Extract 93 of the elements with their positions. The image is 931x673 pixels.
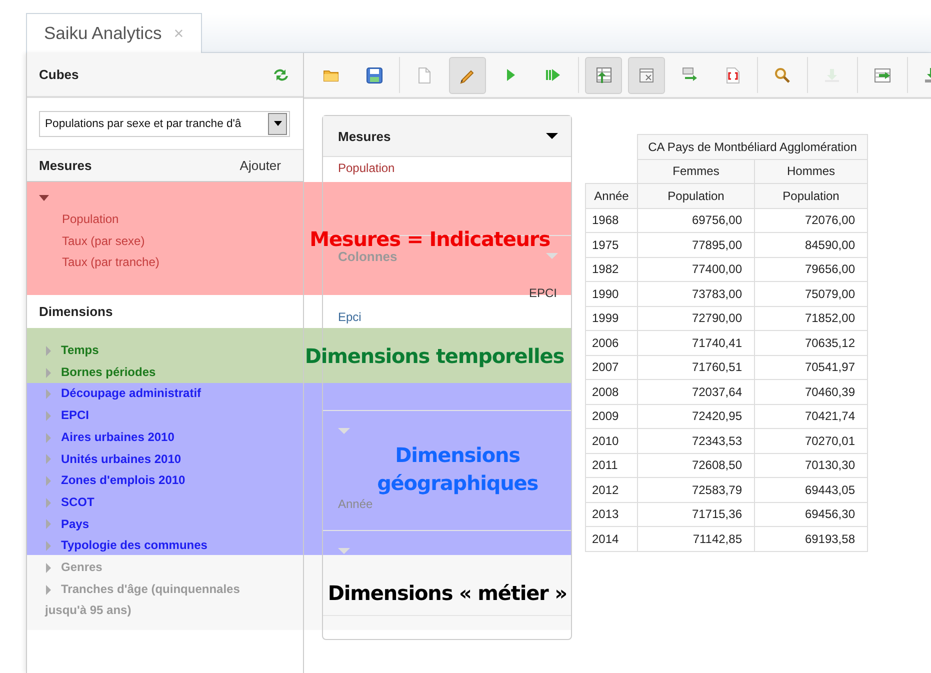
search-icon	[774, 66, 791, 84]
table-cell: 1999	[586, 306, 638, 330]
table-cell: 2014	[586, 526, 638, 551]
toolbar-button[interactable]	[449, 56, 486, 94]
table-cell: 70541,97	[754, 355, 868, 380]
dropdown-button[interactable]	[268, 112, 287, 134]
table-cell: 71760,51	[638, 355, 754, 380]
table-cell: 71852,00	[754, 306, 868, 330]
table-cell: 2010	[586, 428, 638, 453]
dimension-item[interactable]: Bornes périodes	[39, 362, 263, 384]
table-cell: 71740,41	[638, 330, 754, 355]
table-cell: 69456,30	[754, 502, 868, 526]
table-cell: 1990	[586, 282, 638, 306]
dimension-item[interactable]: Tranches d'âge (quinquennales jusqu'à 95 ans)	[39, 578, 263, 622]
dimension-item[interactable]: SCOT	[39, 492, 263, 514]
measure-item[interactable]: Population	[39, 209, 119, 230]
column-header: Hommes	[754, 159, 868, 184]
table-cell: 69443,05	[754, 478, 868, 502]
table-cell: 70635,12	[754, 330, 868, 355]
table-cell: 69756,00	[638, 208, 754, 232]
dimension-item[interactable]: EPCI	[39, 405, 263, 427]
table-cell: 2009	[586, 404, 638, 428]
table-cell: 2012	[586, 478, 638, 502]
table-cell: 79656,00	[754, 257, 868, 282]
table-cell: 70421,74	[754, 404, 868, 428]
row-header: Année	[586, 184, 638, 208]
section-title: Dimensions	[39, 304, 113, 319]
tab-label[interactable]: Saiku Analytics	[44, 23, 162, 44]
table-cell: 72608,50	[638, 453, 754, 478]
dimension-item[interactable]: Zones d'emplois 2010	[39, 470, 263, 492]
blank-page-icon	[416, 66, 433, 84]
table-cell: 72583,79	[638, 478, 754, 502]
table-cell: 70270,01	[754, 428, 868, 453]
column-header: CA Pays de Montbéliard Agglomération	[638, 134, 868, 159]
caret-icon	[338, 428, 350, 434]
table-arrow-right-icon	[874, 66, 891, 84]
table-cross-icon	[638, 66, 655, 84]
table-cell: 2007	[586, 355, 638, 380]
table-cell: 2008	[586, 380, 638, 404]
table-cell: 70130,30	[754, 453, 868, 478]
caret-icon	[274, 121, 282, 126]
column-header: Population	[754, 184, 868, 208]
table-cell: 2006	[586, 330, 638, 355]
annotation-label: Mesures = Indicateurs	[310, 226, 550, 252]
toolbar-button[interactable]	[628, 56, 665, 94]
table-cell: 77895,00	[638, 232, 754, 257]
table-cell: 84590,00	[754, 232, 868, 257]
column-header: Population	[638, 184, 754, 208]
column-header: Femmes	[638, 159, 754, 184]
dimension-item[interactable]: Genres	[39, 557, 263, 579]
table-cell: 72076,00	[754, 208, 868, 232]
dimension-item[interactable]: Temps	[39, 340, 263, 362]
table-cell: 70460,39	[754, 380, 868, 404]
table-cell: 1975	[586, 232, 638, 257]
annotation-label: Dimensions « métier »	[328, 580, 567, 606]
query-item[interactable]: Epci	[323, 306, 376, 328]
tab[interactable]: Saiku Analytics ×	[26, 13, 202, 53]
dimension-item[interactable]: Découpage administratif	[39, 383, 263, 406]
panel-title: Cubes	[39, 67, 79, 82]
table-cell: 2011	[586, 453, 638, 478]
table-cell: 71715,36	[638, 502, 754, 526]
dimension-item[interactable]: Typologie des communes	[39, 535, 263, 558]
table-cell: 75079,00	[754, 282, 868, 306]
section-title: Mesures	[39, 158, 92, 173]
table-cell: 1968	[586, 208, 638, 232]
measure-item[interactable]: Taux (par sexe)	[39, 230, 145, 252]
level-label: EPCI	[528, 286, 558, 300]
caret-icon	[546, 253, 558, 259]
table-cell: 69193,58	[754, 526, 868, 551]
table-cell: 72420,95	[638, 404, 754, 428]
dimension-item[interactable]: Unités urbaines 2010	[39, 448, 263, 470]
table-cell: 2013	[586, 502, 638, 526]
table-cell: 71142,85	[638, 526, 754, 551]
bracket-document-icon	[724, 66, 741, 84]
table-cell: 77400,00	[638, 257, 754, 282]
table-cell: 72343,53	[638, 428, 754, 453]
table-arrow-up-icon	[595, 66, 612, 84]
query-item[interactable]: Population	[323, 157, 410, 179]
table-cell: 1982	[586, 257, 638, 282]
dimension-item[interactable]: Pays	[39, 514, 263, 536]
toolbar-button[interactable]	[585, 56, 622, 94]
cube-select[interactable]: Populations par sexe et par tranche d'â	[39, 110, 290, 136]
caret-icon	[546, 133, 558, 139]
dimension-item[interactable]: Aires urbaines 2010	[39, 426, 263, 449]
drop-zone-title: Colonnes	[338, 248, 398, 264]
table-cell: 73783,00	[638, 282, 754, 306]
add-link[interactable]: Ajouter	[240, 158, 281, 173]
annotation-label: Dimensions temporelles	[304, 342, 564, 370]
table-cell: 72790,00	[638, 306, 754, 330]
drop-zone-title: Mesures	[338, 128, 391, 144]
fast-forward-icon	[545, 66, 562, 84]
table-cell: 72037,64	[638, 380, 754, 404]
measure-item[interactable]: Taux (par tranche)	[39, 252, 160, 274]
